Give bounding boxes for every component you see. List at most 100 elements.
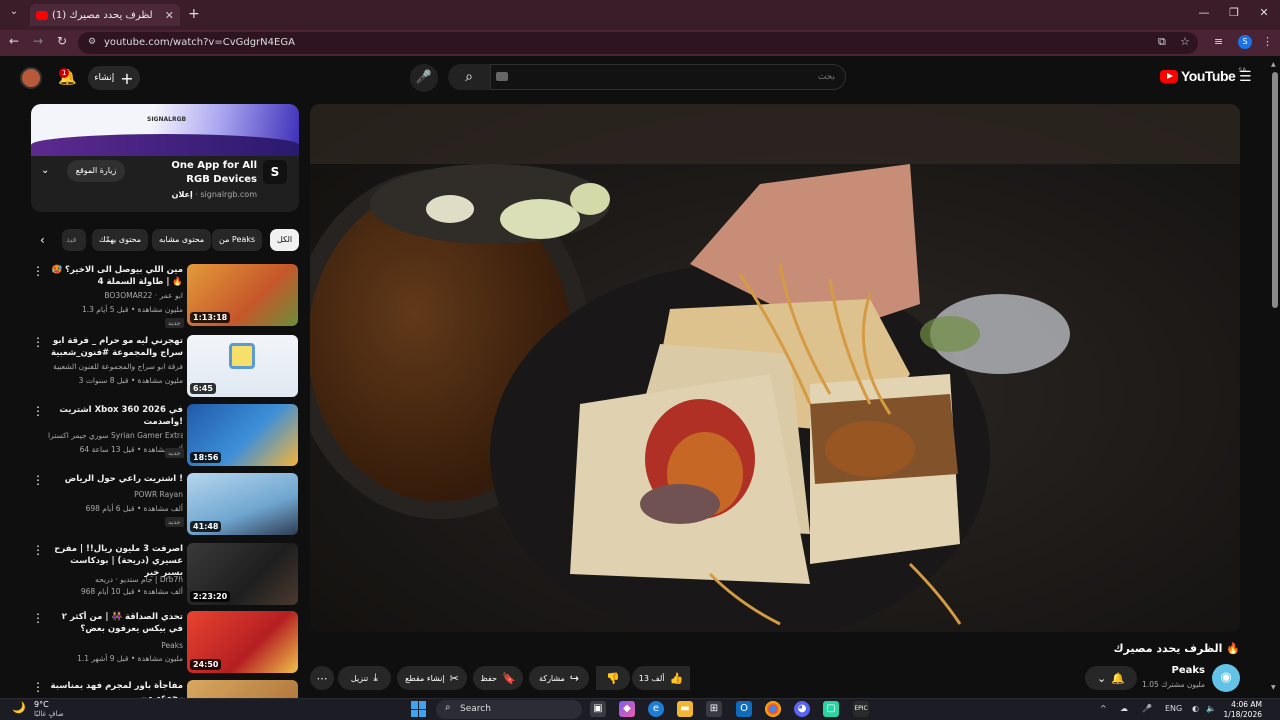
subscribe-notification-button[interactable]: ⌄ 🔔	[1085, 666, 1137, 690]
ad-title[interactable]: One App for All RGB Devices	[149, 159, 257, 187]
search-input[interactable]	[490, 64, 846, 90]
app-icon[interactable]: ▢	[823, 701, 839, 717]
create-button[interactable]: إنشاء +	[88, 66, 140, 90]
chevron-left-icon[interactable]: ‹	[40, 233, 45, 247]
more-actions-button[interactable]: ⋯	[310, 666, 334, 690]
chip-more[interactable]: فيد	[62, 229, 86, 251]
list-item[interactable]: 41:48 اشتريت راعي حول الرياض ! POWR Raya…	[30, 473, 300, 537]
weather-temperature[interactable]: 9°C	[34, 700, 49, 709]
more-actions-icon[interactable]: ⋮	[32, 264, 44, 278]
site-info-icon[interactable]: ⚙	[88, 37, 96, 47]
video-title[interactable]: تهجرني ليه مو حرام _ فرقة ابو سراج والمج…	[48, 335, 183, 359]
search-button[interactable]: ⌕	[448, 64, 490, 90]
more-actions-icon[interactable]: ⋮	[32, 335, 44, 349]
video-title[interactable]: اشتريت راعي حول الرياض !	[48, 473, 183, 485]
video-title[interactable]: مفاجأة باور لمجرم فهد بمناسبة رجوعه من	[48, 680, 183, 698]
more-actions-icon[interactable]: ⋮	[32, 404, 44, 418]
discord-icon[interactable]: ◕	[794, 701, 810, 717]
chip-all[interactable]: الكل	[270, 229, 300, 251]
chip-from-channel[interactable]: من Peaks	[212, 229, 263, 251]
channel-name[interactable]: POWR Rayan	[48, 490, 183, 499]
video-thumbnail[interactable]: 18:56	[187, 404, 298, 466]
restore-icon[interactable]: ❐	[1226, 6, 1242, 19]
edge-icon[interactable]: e	[648, 701, 664, 717]
like-button[interactable]: 13 ألف 👍	[632, 666, 690, 690]
network-icon[interactable]: ◐	[1192, 704, 1199, 713]
download-button[interactable]: تنزيل ⤓	[338, 666, 391, 690]
channel-avatar[interactable]: ◉	[1212, 664, 1240, 692]
list-item[interactable]: 2:23:20 اصرفت 3 مليون ريال!! | مفرح عسير…	[30, 543, 300, 607]
video-title[interactable]: اصرفت 3 مليون ريال!! | مفرح عسيري (دريحة…	[48, 543, 183, 579]
browser-menu-icon[interactable]: ⋮	[1262, 35, 1273, 48]
list-item[interactable]: 24:50 تحدي الصداقة 👭 | من أكثر ٢ في بيكس…	[30, 611, 300, 675]
save-button[interactable]: حفظ 🔖	[473, 666, 523, 690]
file-explorer-icon[interactable]: ▬	[677, 701, 693, 717]
scrollbar-thumb[interactable]	[1272, 72, 1278, 308]
keyboard-icon[interactable]	[496, 72, 508, 81]
minimize-icon[interactable]: —	[1196, 6, 1212, 19]
store-icon[interactable]: ⊞	[706, 701, 722, 717]
chrome-icon[interactable]	[765, 701, 781, 717]
list-item[interactable]: 6:45 تهجرني ليه مو حرام _ فرقة ابو سراج …	[30, 335, 300, 399]
video-thumbnail[interactable]	[187, 680, 298, 698]
task-view-icon[interactable]: ▣	[590, 701, 606, 717]
close-tab-icon[interactable]: ✕	[165, 9, 174, 22]
copilot-icon[interactable]: ◆	[619, 701, 635, 717]
video-thumbnail[interactable]: 1:13:18	[187, 264, 298, 326]
more-actions-icon[interactable]: ⋮	[32, 543, 44, 557]
video-thumbnail[interactable]: 6:45	[187, 335, 298, 397]
forward-icon[interactable]: →	[30, 34, 46, 48]
list-item[interactable]: مفاجأة باور لمجرم فهد بمناسبة رجوعه من ⋮	[30, 680, 300, 698]
chip-similar[interactable]: محتوى مشابه	[152, 229, 212, 251]
video-title[interactable]: مين اللي بيوصل الى الاخير؟ 🥵 🔥 | طاولة ا…	[48, 264, 184, 288]
video-thumbnail[interactable]: 2:23:20	[187, 543, 298, 605]
profile-avatar[interactable]: S	[1238, 35, 1252, 49]
share-button[interactable]: مشاركة ↪	[529, 666, 589, 690]
more-actions-icon[interactable]: ⋮	[32, 680, 44, 694]
weather-moon-icon[interactable]: 🌙	[12, 701, 28, 715]
clock-time[interactable]: 4:06 AM	[1218, 700, 1262, 709]
list-item[interactable]: 18:56 اشتريت Xbox 360 في 2026 واصدمت! سو…	[30, 404, 300, 468]
video-thumbnail[interactable]: 41:48	[187, 473, 298, 535]
channel-name[interactable]: فرقة ابو سراج والمجموعة للفنون الشعبية	[48, 362, 183, 371]
account-avatar[interactable]	[20, 67, 42, 89]
clock-date[interactable]: 1/18/2026	[1218, 710, 1262, 719]
close-window-icon[interactable]: ✕	[1256, 6, 1272, 19]
video-player[interactable]	[310, 104, 1240, 632]
scroll-up-arrow-icon[interactable]: ▲	[1271, 61, 1276, 68]
video-title[interactable]: اشتريت Xbox 360 في 2026 واصدمت!	[48, 404, 183, 428]
channel-name[interactable]: سوري جيمر اكسترا Syrian Gamer Extra	[48, 431, 183, 440]
input-language[interactable]: ENG	[1165, 704, 1182, 713]
url-field[interactable]: youtube.com/watch?v=CvGdgrN4EGA	[78, 32, 1198, 54]
more-actions-icon[interactable]: ⋮	[32, 611, 44, 625]
channel-name[interactable]: Peaks	[48, 641, 183, 650]
epic-games-icon[interactable]: EPIC	[853, 701, 869, 717]
ad-card[interactable]: SIGNALRGB S One App for All RGB Devices …	[31, 104, 299, 212]
clip-button[interactable]: إنشاء مقطع ✂	[397, 666, 467, 690]
video-title[interactable]: تحدي الصداقة 👭 | من أكثر ٢ في بيكس يعرفو…	[48, 611, 183, 635]
chip-for-you[interactable]: محتوى يهمّك	[92, 229, 149, 251]
dislike-button[interactable]: 👎	[596, 666, 630, 690]
guide-menu-icon[interactable]: ☰	[1239, 69, 1252, 85]
scroll-down-arrow-icon[interactable]: ▼	[1271, 684, 1276, 691]
extensions-icon[interactable]: ≡	[1214, 35, 1223, 48]
windows-start-icon[interactable]	[411, 701, 427, 717]
bookmark-star-icon[interactable]: ☆	[1180, 35, 1190, 48]
visit-site-button[interactable]: زيارة الموقع	[67, 160, 125, 182]
back-icon[interactable]: ←	[6, 34, 22, 48]
video-thumbnail[interactable]: 24:50	[187, 611, 298, 673]
tray-app-icon[interactable]: ☁	[1120, 704, 1128, 713]
tab-search-icon[interactable]: ⌄	[6, 6, 22, 22]
channel-name[interactable]: BO3OMAR22 · ابو عمر	[48, 291, 184, 300]
taskbar-search-box[interactable]: Search	[436, 700, 582, 719]
voice-search-mic-icon[interactable]: 🎤	[410, 64, 438, 92]
tray-mic-icon[interactable]: 🎤	[1142, 704, 1152, 713]
browser-tab[interactable]: (1) الظرف يحدد مصيرك 🔥 ✕	[30, 4, 180, 26]
list-item[interactable]: 1:13:18 مين اللي بيوصل الى الاخير؟ 🥵 🔥 |…	[30, 264, 300, 328]
tray-expand-icon[interactable]: ^	[1100, 704, 1107, 713]
reload-icon[interactable]: ↻	[54, 34, 70, 48]
youtube-logo[interactable]: YouTube SA	[1160, 67, 1246, 84]
cast-icon[interactable]: ⧉	[1158, 35, 1166, 49]
outlook-icon[interactable]: O	[736, 701, 752, 717]
volume-icon[interactable]: 🔈	[1206, 704, 1216, 713]
